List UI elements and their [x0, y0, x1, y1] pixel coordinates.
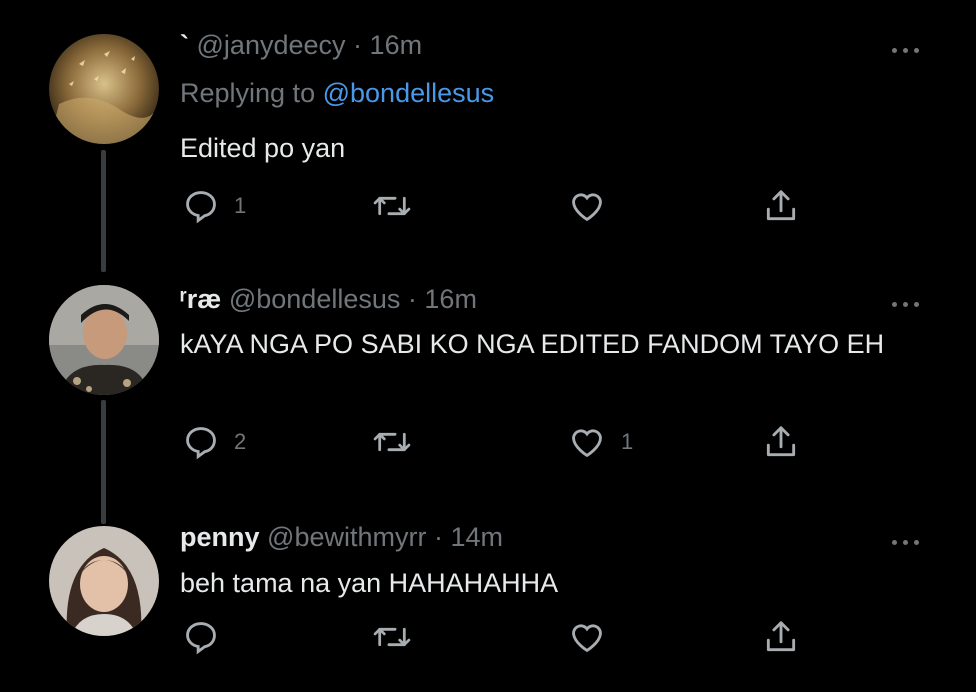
replying-prefix: Replying to — [180, 78, 316, 108]
timestamp[interactable]: 16m — [370, 30, 423, 60]
more-button[interactable] — [889, 40, 929, 60]
reply-count: 1 — [234, 193, 247, 218]
tweet-3[interactable]: penny @bewithmyrr · 14m beh tama na yan … — [0, 510, 976, 692]
tweet-text: Edited po yan — [180, 133, 346, 163]
share-button[interactable] — [762, 186, 800, 226]
share-icon — [766, 426, 796, 457]
share-button[interactable] — [762, 422, 800, 462]
more-icon — [892, 540, 897, 545]
replying-mention[interactable]: @bondellesus — [323, 78, 495, 108]
timestamp[interactable]: 16m — [424, 284, 477, 314]
like-button[interactable] — [567, 617, 607, 657]
more-button[interactable] — [889, 294, 929, 314]
tweet-header: ʳræ @bondellesus · 16m — [180, 284, 477, 315]
separator-dot: · — [433, 522, 443, 552]
reply-count: 2 — [234, 429, 247, 454]
separator-dot: · — [353, 30, 363, 60]
separator-dot: · — [407, 284, 417, 314]
user-handle[interactable]: @bondellesus — [229, 284, 401, 314]
retweet-icon — [373, 196, 411, 216]
reply-icon — [186, 191, 216, 224]
user-handle[interactable]: @bewithmyrr — [267, 522, 426, 552]
retweet-button[interactable] — [372, 422, 412, 462]
replying-to: Replying to @bondellesus — [180, 78, 494, 109]
display-name[interactable]: ʳræ — [180, 284, 221, 314]
tweet-2[interactable]: ʳræ @bondellesus · 16m kAYA NGA PO SABI … — [0, 270, 976, 524]
thread-line — [101, 150, 106, 272]
like-button[interactable] — [567, 186, 621, 226]
avatar-janydeecy[interactable] — [49, 34, 159, 144]
heart-icon — [572, 193, 602, 222]
like-count: 1 — [621, 429, 634, 454]
reply-button[interactable]: 2 — [182, 422, 246, 462]
tweet-header: penny @bewithmyrr · 14m — [180, 522, 503, 553]
thread-line — [101, 400, 106, 524]
reply-icon — [186, 427, 216, 460]
reply-icon — [186, 622, 216, 655]
tweet-1[interactable]: ` @janydeecy · 16m Replying to @bondelle… — [0, 0, 976, 272]
display-name[interactable]: penny — [180, 522, 260, 552]
heart-icon — [572, 624, 602, 653]
retweet-icon — [373, 432, 411, 452]
avatar-bewithmyrr[interactable] — [49, 526, 159, 636]
heart-icon — [572, 429, 602, 458]
reply-button[interactable]: 1 — [182, 186, 246, 226]
reply-button[interactable] — [182, 617, 234, 657]
timestamp[interactable]: 14m — [451, 522, 504, 552]
share-icon — [766, 621, 796, 652]
retweet-icon — [373, 627, 411, 647]
display-name[interactable]: ` — [180, 30, 189, 60]
avatar-bondellesus[interactable] — [49, 285, 159, 395]
more-button[interactable] — [889, 532, 929, 552]
tweet-text: beh tama na yan HAHAHAHHA — [180, 568, 559, 598]
retweet-button[interactable] — [372, 186, 412, 226]
tweet-header: ` @janydeecy · 16m — [180, 30, 422, 61]
tweet-text: kAYA NGA PO SABI KO NGA EDITED FANDOM TA… — [180, 329, 885, 359]
share-button[interactable] — [762, 617, 800, 657]
like-button[interactable]: 1 — [567, 422, 633, 462]
user-handle[interactable]: @janydeecy — [197, 30, 346, 60]
more-icon — [892, 302, 897, 307]
share-icon — [766, 190, 796, 221]
more-icon — [892, 48, 897, 53]
retweet-button[interactable] — [372, 617, 412, 657]
